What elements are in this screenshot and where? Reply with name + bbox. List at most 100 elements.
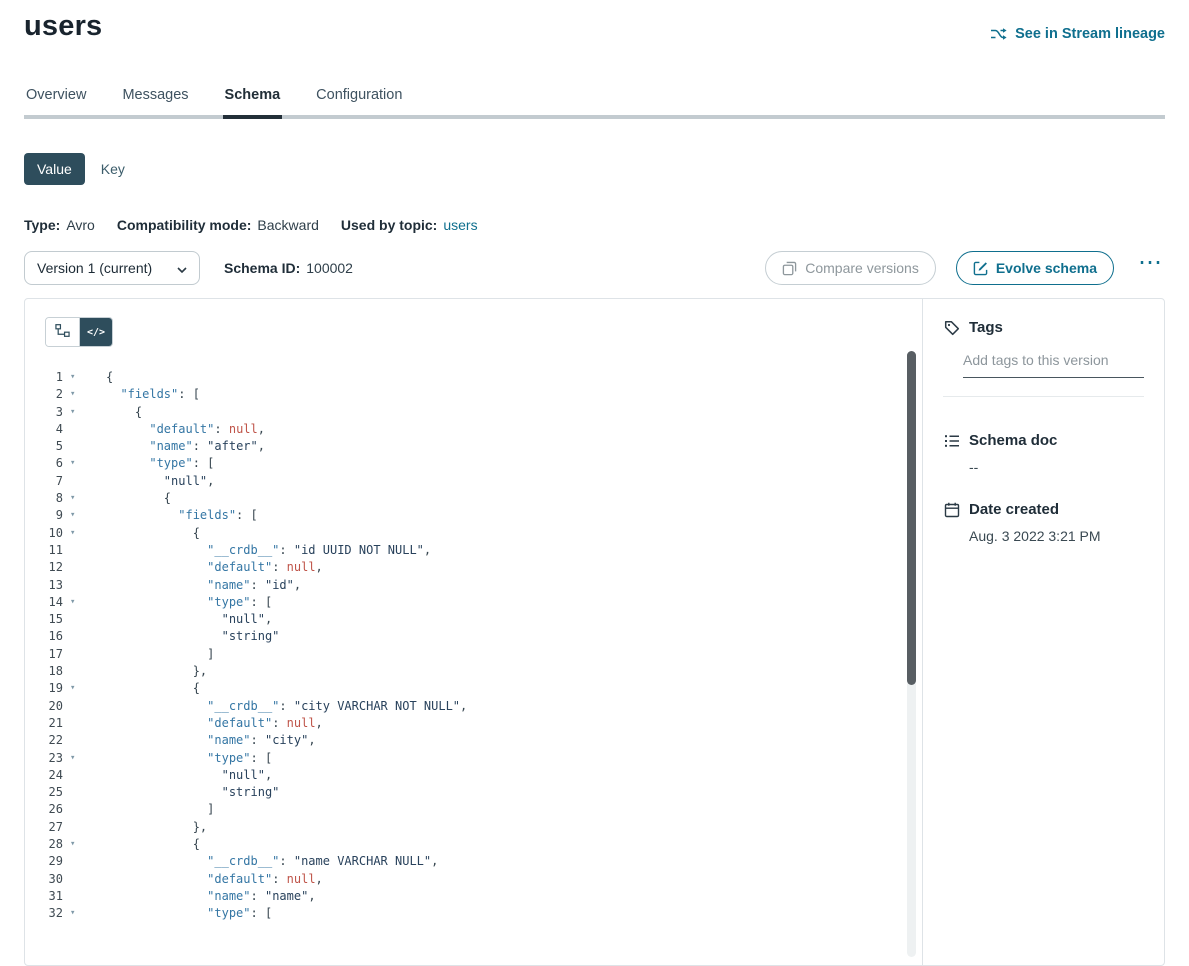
stream-lineage-label: See in Stream lineage: [1015, 26, 1165, 42]
code-line: 13 "name": "id",: [25, 577, 922, 594]
scrollbar-thumb[interactable]: [907, 351, 916, 685]
code-line: 2 ▾ "fields": [: [25, 386, 922, 403]
collapse-arrow-icon[interactable]: ▾: [70, 525, 84, 542]
code-line: 14▾ "type": [: [25, 594, 922, 611]
line-number: 15: [25, 611, 63, 628]
topic-link[interactable]: users: [443, 217, 477, 233]
code-text: "string": [106, 628, 279, 645]
fold-spacer: [70, 853, 84, 870]
schema-doc-value: --: [969, 459, 1144, 475]
version-select[interactable]: Version 1 (current): [24, 251, 200, 285]
code-text: "default": null,: [106, 559, 323, 576]
tab-schema[interactable]: Schema: [223, 79, 283, 115]
line-number: 4: [25, 421, 63, 438]
collapse-arrow-icon[interactable]: ▾: [70, 490, 84, 507]
line-number: 10: [25, 525, 63, 542]
collapse-arrow-icon[interactable]: ▾: [70, 594, 84, 611]
editor-view-toggle: </>: [45, 317, 113, 347]
schema-editor: </> 1▾{2▾ "fields": [3▾ {4 "default": nu…: [25, 299, 922, 965]
compare-icon: [782, 261, 797, 276]
line-number: 8: [25, 490, 63, 507]
code-view-button[interactable]: </>: [79, 318, 112, 346]
fold-spacer: [70, 542, 84, 559]
fold-spacer: [70, 646, 84, 663]
value-toggle-button[interactable]: Value: [24, 153, 85, 185]
fold-spacer: [70, 559, 84, 576]
line-number: 19: [25, 680, 63, 697]
fold-spacer: [70, 732, 84, 749]
fold-spacer: [70, 473, 84, 490]
collapse-arrow-icon[interactable]: ▾: [70, 455, 84, 472]
evolve-schema-button[interactable]: Evolve schema: [956, 251, 1114, 285]
code-text: "__crdb__": "city VARCHAR NOT NULL",: [106, 698, 467, 715]
collapse-arrow-icon[interactable]: ▾: [70, 680, 84, 697]
line-number: 20: [25, 698, 63, 715]
code-text: {: [106, 404, 142, 421]
more-options-button[interactable]: ⋯: [1136, 258, 1165, 278]
code-line: 1▾{: [25, 369, 922, 386]
line-number: 29: [25, 853, 63, 870]
editor-scrollbar[interactable]: [907, 351, 916, 957]
code-text: "null",: [106, 611, 272, 628]
fold-spacer: [70, 784, 84, 801]
stream-lineage-link[interactable]: See in Stream lineage: [990, 26, 1165, 42]
code-line: 3 ▾ {: [25, 404, 922, 421]
tag-icon: [943, 319, 960, 336]
chevron-down-icon: [177, 260, 187, 276]
collapse-arrow-icon[interactable]: ▾: [70, 386, 84, 403]
line-number: 24: [25, 767, 63, 784]
schema-id-value: 100002: [306, 260, 353, 276]
code-text: "__crdb__": "id UUID NOT NULL",: [106, 542, 431, 559]
line-number: 28: [25, 836, 63, 853]
fold-spacer: [70, 438, 84, 455]
code-line: 10▾ {: [25, 525, 922, 542]
code-line: 6▾ "type": [: [25, 455, 922, 472]
fold-spacer: [70, 888, 84, 905]
code-line: 32▾ "type": [: [25, 905, 922, 922]
code-text: "null",: [106, 473, 214, 490]
collapse-arrow-icon[interactable]: ▾: [70, 369, 84, 386]
key-toggle-button[interactable]: Key: [85, 153, 141, 185]
code-line: 11 "__crdb__": "id UUID NOT NULL",: [25, 542, 922, 559]
code-text: ]: [106, 801, 214, 818]
code-line: 7 "null",: [25, 473, 922, 490]
code-line: 19▾ {: [25, 680, 922, 697]
type-value: Avro: [66, 217, 95, 233]
fold-spacer: [70, 871, 84, 888]
tab-configuration[interactable]: Configuration: [314, 79, 404, 115]
tab-bar: Overview Messages Schema Configuration: [24, 79, 1165, 119]
line-number: 30: [25, 871, 63, 888]
code-text: {: [106, 369, 113, 386]
line-number: 2: [25, 386, 63, 403]
code-text: "type": [: [106, 905, 272, 922]
code-text: "fields": [: [106, 386, 200, 403]
controls-row: Version 1 (current) Schema ID: 100002 Co…: [24, 251, 1165, 285]
tab-messages[interactable]: Messages: [120, 79, 190, 115]
version-select-value: Version 1 (current): [37, 260, 152, 276]
collapse-arrow-icon[interactable]: ▾: [70, 836, 84, 853]
line-number: 9: [25, 507, 63, 524]
add-tags-input[interactable]: [963, 350, 1144, 378]
collapse-arrow-icon[interactable]: ▾: [70, 750, 84, 767]
code-line: 23▾ "type": [: [25, 750, 922, 767]
compare-versions-button[interactable]: Compare versions: [765, 251, 936, 285]
code-line: 29 "__crdb__": "name VARCHAR NULL",: [25, 853, 922, 870]
code-text: "name": "after",: [106, 438, 265, 455]
collapse-arrow-icon[interactable]: ▾: [70, 404, 84, 421]
schema-meta: Type: Avro Compatibility mode: Backward …: [24, 217, 1165, 233]
code-line: 16 "string": [25, 628, 922, 645]
edit-icon: [973, 261, 988, 276]
line-number: 7: [25, 473, 63, 490]
tab-overview[interactable]: Overview: [24, 79, 88, 115]
collapse-arrow-icon[interactable]: ▾: [70, 507, 84, 524]
tree-view-button[interactable]: [46, 318, 79, 346]
code-line: 17 ]: [25, 646, 922, 663]
collapse-arrow-icon[interactable]: ▾: [70, 905, 84, 922]
type-label: Type:: [24, 217, 60, 233]
line-number: 3: [25, 404, 63, 421]
schema-page: users See in Stream lineage Overview Mes…: [0, 10, 1189, 966]
tree-view-icon: [55, 323, 70, 341]
line-number: 11: [25, 542, 63, 559]
code-text: "name": "city",: [106, 732, 316, 749]
code-text: ]: [106, 646, 214, 663]
